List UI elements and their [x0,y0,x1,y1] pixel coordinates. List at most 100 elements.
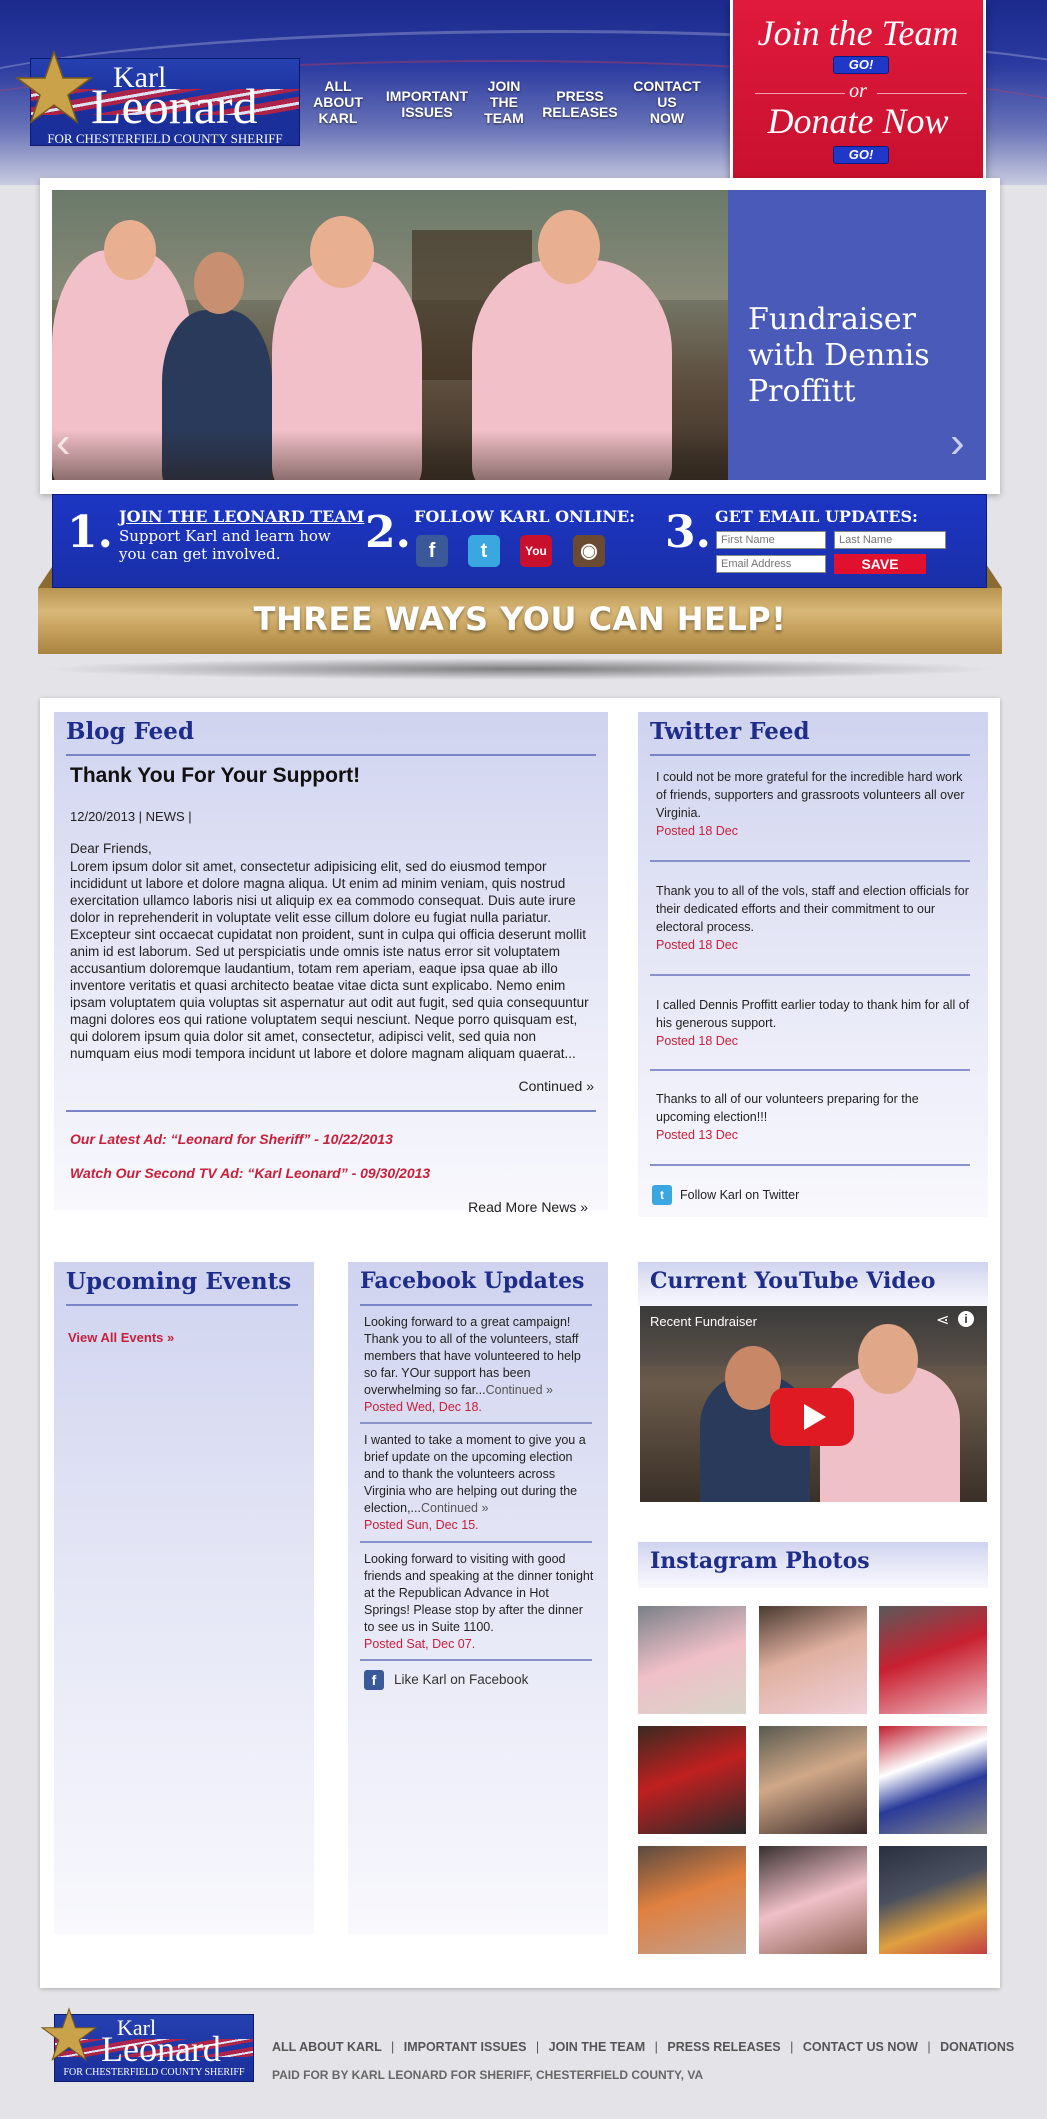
star-icon [14,49,94,125]
twitter-icon[interactable]: t [652,1185,672,1205]
instagram-photo[interactable] [759,1846,867,1954]
footer-separator: | [654,2040,658,2054]
nav-label: CONTACT [633,78,701,94]
instagram-photo[interactable] [638,1726,746,1834]
join-go-button[interactable]: GO! [833,56,889,74]
instagram-photo[interactable] [638,1846,746,1954]
banner-title: THREE WAYS YOU CAN HELP! [253,600,787,638]
nav-press-releases[interactable]: PRESS RELEASES [540,88,620,120]
nav-label: THE [490,94,518,110]
first-name-field[interactable] [716,531,826,549]
divider [650,1164,970,1166]
like-karl-facebook-link[interactable]: Like Karl on Facebook [394,1671,528,1689]
divider [66,754,596,756]
instagram-photo[interactable] [759,1606,867,1714]
upcoming-events-title: Upcoming Events [66,1268,292,1295]
play-button-icon[interactable] [770,1388,854,1446]
facebook-continued-link[interactable]: Continued » [421,1501,488,1515]
youtube-title: Current YouTube Video [650,1268,936,1294]
footer-link-press-releases[interactable]: PRESS RELEASES [667,2040,780,2054]
tweet: Thank you to all of the vols, staff and … [656,882,972,954]
view-all-events-link[interactable]: View All Events » [68,1330,174,1345]
nav-join-the-team[interactable]: JOIN THE TEAM [484,78,524,126]
second-tv-ad-link[interactable]: Watch Our Second TV Ad: “Karl Leonard” -… [70,1165,430,1181]
blog-greeting: Dear Friends, [70,841,152,856]
divider [66,1304,298,1306]
logo-last-name: Leonard [91,78,258,134]
tweet-date: Posted 18 Dec [656,824,738,838]
donate-now-heading[interactable]: Donate Now [733,100,983,142]
nav-label: TEAM [484,110,524,126]
footer-separator: | [535,2040,540,2054]
divider [360,1541,592,1543]
instagram-icon[interactable]: ◉ [573,535,605,567]
footer-link-important-issues[interactable]: IMPORTANT ISSUES [404,2040,527,2054]
nav-label: RELEASES [542,104,618,120]
instagram-photo[interactable] [879,1726,987,1834]
last-name-field[interactable] [834,531,946,549]
site-logo[interactable]: Karl Leonard FOR CHESTERFIELD COUNTY SHE… [14,48,300,148]
follow-karl-heading: FOLLOW KARL ONLINE: [414,507,636,526]
donate-go-button[interactable]: GO! [833,146,889,164]
email-field[interactable] [716,555,826,573]
blog-post-title[interactable]: Thank You For Your Support! [70,764,360,788]
blog-continued-link[interactable]: Continued » [434,1078,594,1094]
blog-body: Lorem ipsum dolor sit amet, consectetur … [70,859,589,1061]
instagram-photo[interactable] [759,1726,867,1834]
youtube-icon[interactable]: You [520,535,552,567]
follow-karl-twitter-link[interactable]: Follow Karl on Twitter [680,1186,799,1204]
footer-link-donations[interactable]: DONATIONS [940,2040,1014,2054]
facebook-icon[interactable]: f [364,1670,384,1690]
tweet: I called Dennis Proffitt earlier today t… [656,996,972,1050]
info-icon[interactable]: i [958,1311,974,1327]
facebook-post: I wanted to take a moment to give you a … [364,1432,594,1534]
nav-contact-us-now[interactable]: CONTACT US NOW [632,78,702,126]
slider-next-arrow-icon[interactable]: › [950,421,974,465]
footer-link-all-about-karl[interactable]: ALL ABOUT KARL [272,2040,382,2054]
nav-label: ABOUT [313,94,363,110]
divider [360,1422,592,1424]
three-ways-banner: THREE WAYS YOU CAN HELP! [38,588,1002,654]
read-more-news-link[interactable]: Read More News » [400,1199,588,1215]
cta-box: Join the Team GO! or Donate Now GO! [730,0,986,186]
latest-ad-link[interactable]: Our Latest Ad: “Leonard for Sheriff” - 1… [70,1131,393,1147]
nav-label: KARL [318,110,358,126]
footer-link-join-the-team[interactable]: JOIN THE TEAM [549,2040,646,2054]
photo-head [104,220,156,280]
slide-photo [52,190,728,480]
blog-feed-title: Blog Feed [66,718,195,745]
instagram-photo[interactable] [879,1846,987,1954]
nav-label: US [657,94,677,110]
divider [66,1110,596,1112]
nav-label: IMPORTANT [385,88,469,104]
divider [877,93,967,94]
share-icon[interactable]: ⋖ [936,1310,949,1330]
banner-shadow [40,658,1000,680]
youtube-video-player[interactable]: Recent Fundraiser ⋖ i [640,1306,987,1502]
tweet-date: Posted 18 Dec [656,1034,738,1048]
save-button[interactable]: SAVE [834,554,926,574]
tweet: Thanks to all of our volunteers preparin… [656,1090,972,1144]
join-the-team-heading[interactable]: Join the Team [733,12,983,54]
nav-label: PRESS [556,88,604,104]
facebook-post-date: Posted Sun, Dec 15. [364,1518,479,1532]
tweet-text: I could not be more grateful for the inc… [656,770,965,820]
slider-prev-arrow-icon[interactable]: ‹ [56,421,80,465]
footer-separator: | [790,2040,794,2054]
facebook-continued-link[interactable]: Continued » [486,1383,553,1397]
facebook-icon[interactable]: f [416,535,448,567]
twitter-feed-title: Twitter Feed [650,718,810,745]
footer-logo[interactable]: Karl Leonard FOR CHESTERFIELD COUNTY SHE… [40,2006,256,2084]
instagram-photo[interactable] [879,1606,987,1714]
logo-last-name: Leonard [101,2029,221,2069]
facebook-post-date: Posted Sat, Dec 07. [364,1637,476,1651]
hero-slider: ‹ Fundraiser with Dennis Proffitt › [40,178,1000,494]
footer-separator: | [390,2040,395,2054]
nav-all-about-karl[interactable]: ALL ABOUT KARL [308,78,368,126]
instagram-photo[interactable] [638,1606,746,1714]
tweet-text: Thanks to all of our volunteers preparin… [656,1092,919,1124]
join-leonard-team-link[interactable]: JOIN THE LEONARD TEAM [119,507,364,526]
twitter-icon[interactable]: t [468,535,500,567]
footer-link-contact-us-now[interactable]: CONTACT US NOW [803,2040,918,2054]
nav-important-issues[interactable]: IMPORTANT ISSUES [382,88,472,120]
